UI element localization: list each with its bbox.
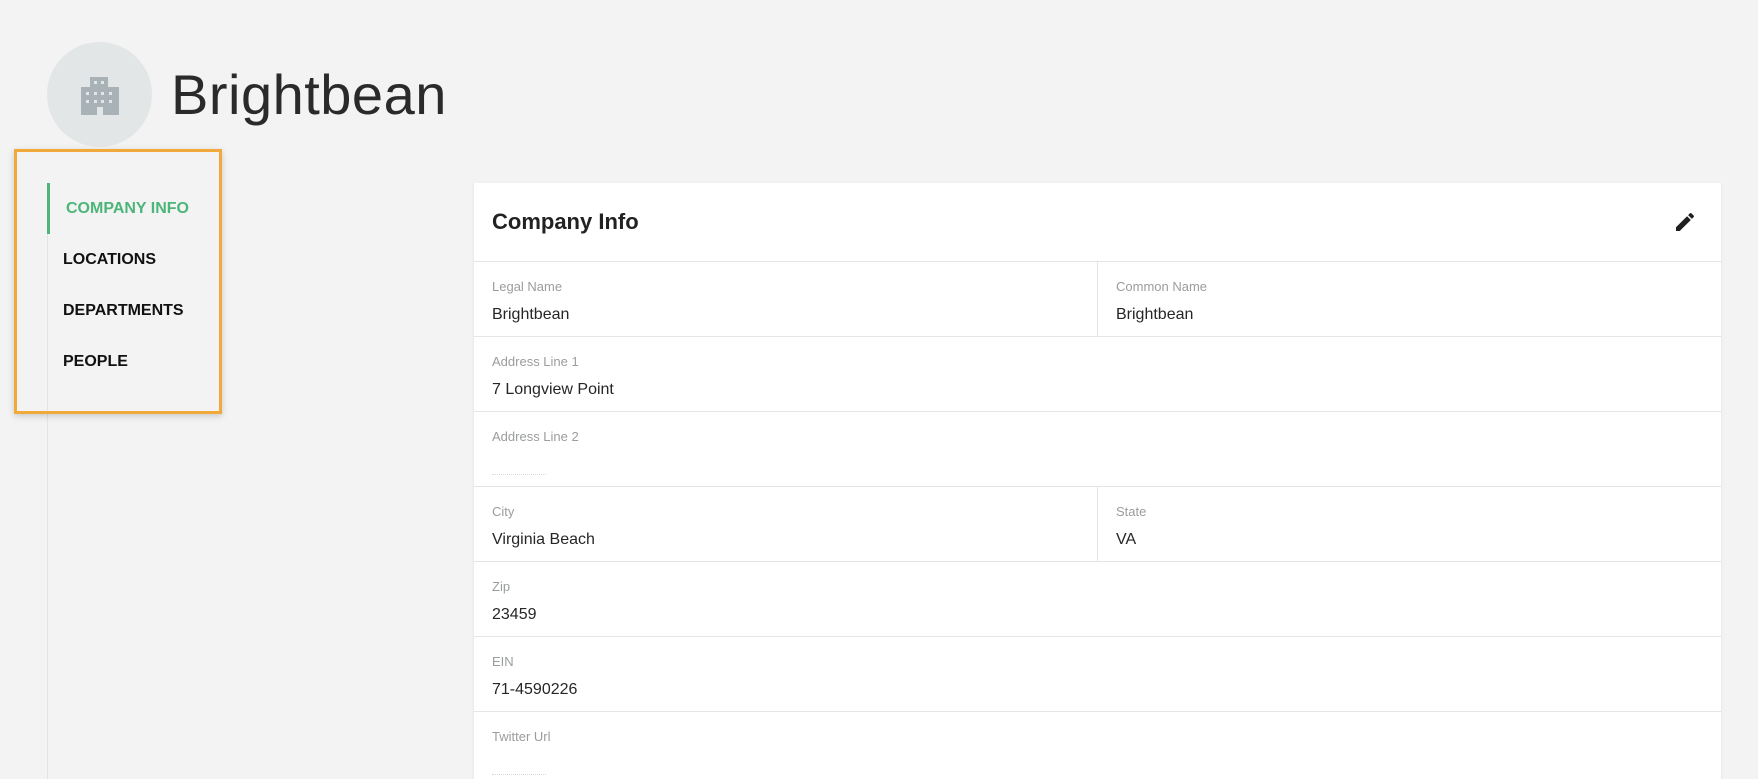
common-name-field[interactable]: Common Name Brightbean (1097, 262, 1721, 336)
row-address-2: Address Line 2 (474, 412, 1721, 487)
field-label: Twitter Url (492, 729, 551, 744)
field-label: Zip (492, 579, 511, 594)
field-label: City (492, 504, 515, 519)
zip-field[interactable]: Zip 23459 (474, 562, 1721, 636)
field-label: Legal Name (492, 279, 563, 294)
field-value: 71-4590226 (492, 681, 578, 698)
company-page: Brightbean COMPANY INFO LOCATIONS DEPART… (0, 0, 1758, 779)
state-field[interactable]: State VA (1097, 487, 1721, 561)
ein-field[interactable]: EIN 71-4590226 (474, 637, 1721, 711)
legal-name-field[interactable]: Legal Name Brightbean (474, 262, 1097, 336)
building-icon (80, 76, 119, 115)
field-value: 23459 (492, 606, 537, 623)
address-line-1-field[interactable]: Address Line 1 7 Longview Point (474, 337, 1721, 411)
row-address-1: Address Line 1 7 Longview Point (474, 337, 1721, 412)
field-value: Virginia Beach (492, 531, 595, 548)
city-field[interactable]: City Virginia Beach (474, 487, 1097, 561)
company-info-card: Company Info Legal Name Brightbean Commo… (474, 183, 1721, 779)
field-value: Brightbean (492, 306, 570, 323)
field-label: Common Name (1116, 279, 1208, 294)
field-value-empty (492, 756, 546, 775)
row-ein: EIN 71-4590226 (474, 637, 1721, 712)
row-names: Legal Name Brightbean Common Name Bright… (474, 262, 1721, 337)
field-label: EIN (492, 654, 514, 669)
field-value-empty (492, 456, 546, 475)
pencil-icon (1676, 212, 1695, 231)
row-city-state: City Virginia Beach State VA (474, 487, 1721, 562)
field-value: 7 Longview Point (492, 381, 614, 398)
address-line-2-field[interactable]: Address Line 2 (474, 412, 1721, 486)
sidebar-highlight-box (14, 149, 222, 414)
row-twitter: Twitter Url (474, 712, 1721, 779)
row-zip: Zip 23459 (474, 562, 1721, 637)
page-title: Brightbean (171, 63, 447, 126)
card-header: Company Info (474, 183, 1721, 262)
field-label: State (1116, 504, 1147, 519)
card-title: Company Info (492, 209, 639, 234)
field-value: Brightbean (1116, 306, 1194, 323)
company-avatar (47, 42, 152, 147)
field-value: VA (1116, 531, 1137, 548)
edit-button[interactable] (1667, 204, 1703, 240)
field-label: Address Line 2 (492, 429, 579, 444)
twitter-url-field[interactable]: Twitter Url (474, 712, 1721, 779)
field-label: Address Line 1 (492, 354, 579, 369)
